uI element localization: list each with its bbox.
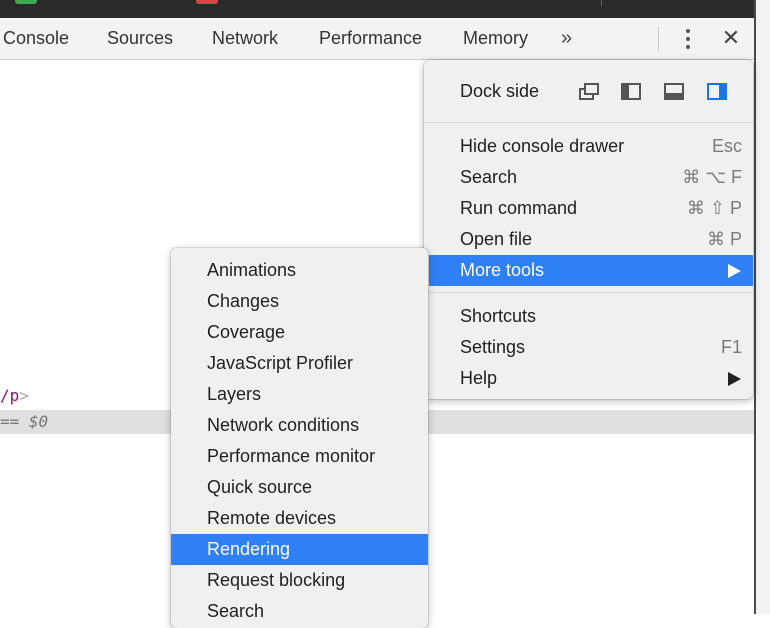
tab-network[interactable]: Network xyxy=(212,18,278,59)
menu-item-label: Performance monitor xyxy=(207,446,376,466)
window-margin xyxy=(756,0,770,614)
more-tools-submenu: Animations Changes Coverage JavaScript P… xyxy=(171,248,428,628)
submenu-item-search[interactable]: Search xyxy=(171,596,428,627)
elements-code-line[interactable]: /p> xyxy=(0,386,29,405)
dock-left-icon[interactable] xyxy=(621,83,641,100)
menu-item-settings[interactable]: Settings F1 xyxy=(424,332,753,363)
menu-item-label: Run command xyxy=(460,198,578,218)
tab-console[interactable]: Console xyxy=(3,18,69,59)
menu-item-shortcut: ⌘ ⇧ P xyxy=(686,198,742,218)
menu-item-label: Search xyxy=(460,167,518,187)
close-devtools-icon[interactable]: ✕ xyxy=(719,24,743,52)
menu-item-more-tools[interactable]: More tools xyxy=(429,255,753,286)
menu-item-label: Coverage xyxy=(207,322,286,342)
menu-item-shortcut: ⌘ ⌥ F xyxy=(682,167,742,187)
submenu-arrow-icon xyxy=(728,372,741,386)
dock-side-row: Dock side xyxy=(424,75,753,107)
menu-item-label: Changes xyxy=(207,291,280,311)
menu-item-shortcuts[interactable]: Shortcuts xyxy=(424,301,753,332)
customize-menu-kebab-icon[interactable] xyxy=(678,26,698,52)
customize-control-menu: Dock side Hide console drawer Esc Search… xyxy=(424,60,753,399)
menu-item-label: More tools xyxy=(460,260,545,280)
tab-sources[interactable]: Sources xyxy=(107,18,173,59)
menu-item-shortcut: F1 xyxy=(720,337,742,357)
submenu-item-request-blocking[interactable]: Request blocking xyxy=(171,565,428,596)
undock-icon[interactable] xyxy=(579,83,599,100)
tag-bracket: > xyxy=(19,386,29,405)
menu-item-label: Remote devices xyxy=(207,508,337,528)
tab-indicator-green xyxy=(15,0,37,4)
menu-item-label: Open file xyxy=(460,229,533,249)
menu-separator xyxy=(424,292,753,293)
menu-item-help[interactable]: Help xyxy=(424,363,753,394)
submenu-item-changes[interactable]: Changes xyxy=(171,286,428,317)
tab-indicator-red xyxy=(196,0,218,4)
menu-item-label: Shortcuts xyxy=(460,306,537,326)
menu-item-label: Request blocking xyxy=(207,570,346,590)
toolbar-divider xyxy=(658,27,659,51)
submenu-item-layers[interactable]: Layers xyxy=(171,379,428,410)
menu-item-hide-console-drawer[interactable]: Hide console drawer Esc xyxy=(424,131,753,162)
menu-item-label: Hide console drawer xyxy=(460,136,625,156)
menu-item-open-file[interactable]: Open file ⌘ P xyxy=(424,224,753,255)
dock-bottom-icon[interactable] xyxy=(664,83,684,100)
tab-performance[interactable]: Performance xyxy=(319,18,422,59)
submenu-item-performance-monitor[interactable]: Performance monitor xyxy=(171,441,428,472)
submenu-arrow-icon xyxy=(728,264,741,278)
menu-separator xyxy=(424,122,753,123)
menu-item-label: Animations xyxy=(207,260,297,280)
menu-item-shortcut: Esc xyxy=(711,136,742,156)
submenu-item-rendering[interactable]: Rendering xyxy=(171,534,428,565)
menu-item-label: JavaScript Profiler xyxy=(207,353,354,373)
dock-right-icon[interactable] xyxy=(707,83,727,100)
submenu-item-remote-devices[interactable]: Remote devices xyxy=(171,503,428,534)
submenu-item-coverage[interactable]: Coverage xyxy=(171,317,428,348)
menu-item-run-command[interactable]: Run command ⌘ ⇧ P xyxy=(424,193,753,224)
browser-top-strip xyxy=(0,0,755,18)
menu-item-search[interactable]: Search ⌘ ⌥ F xyxy=(424,162,753,193)
selected-node-marker: == $0 xyxy=(0,412,49,431)
submenu-item-network-conditions[interactable]: Network conditions xyxy=(171,410,428,441)
closing-tag: /p xyxy=(0,386,20,405)
menu-item-label: Search xyxy=(207,601,265,621)
more-tabs-chevron-icon[interactable]: » xyxy=(561,18,572,59)
tab-memory[interactable]: Memory xyxy=(463,18,528,59)
menu-item-label: Quick source xyxy=(207,477,313,497)
menu-item-label: Settings xyxy=(460,337,526,357)
top-divider xyxy=(601,0,602,6)
dock-side-label: Dock side xyxy=(460,81,540,101)
menu-item-label: Network conditions xyxy=(207,415,360,435)
menu-item-label: Rendering xyxy=(207,539,291,559)
menu-item-shortcut: ⌘ P xyxy=(706,229,742,249)
devtools-tab-bar: Console Sources Network Performance Memo… xyxy=(0,18,754,60)
submenu-item-javascript-profiler[interactable]: JavaScript Profiler xyxy=(171,348,428,379)
submenu-item-animations[interactable]: Animations xyxy=(171,255,428,286)
menu-item-label: Help xyxy=(460,368,498,388)
menu-item-label: Layers xyxy=(207,384,262,404)
submenu-item-quick-source[interactable]: Quick source xyxy=(171,472,428,503)
